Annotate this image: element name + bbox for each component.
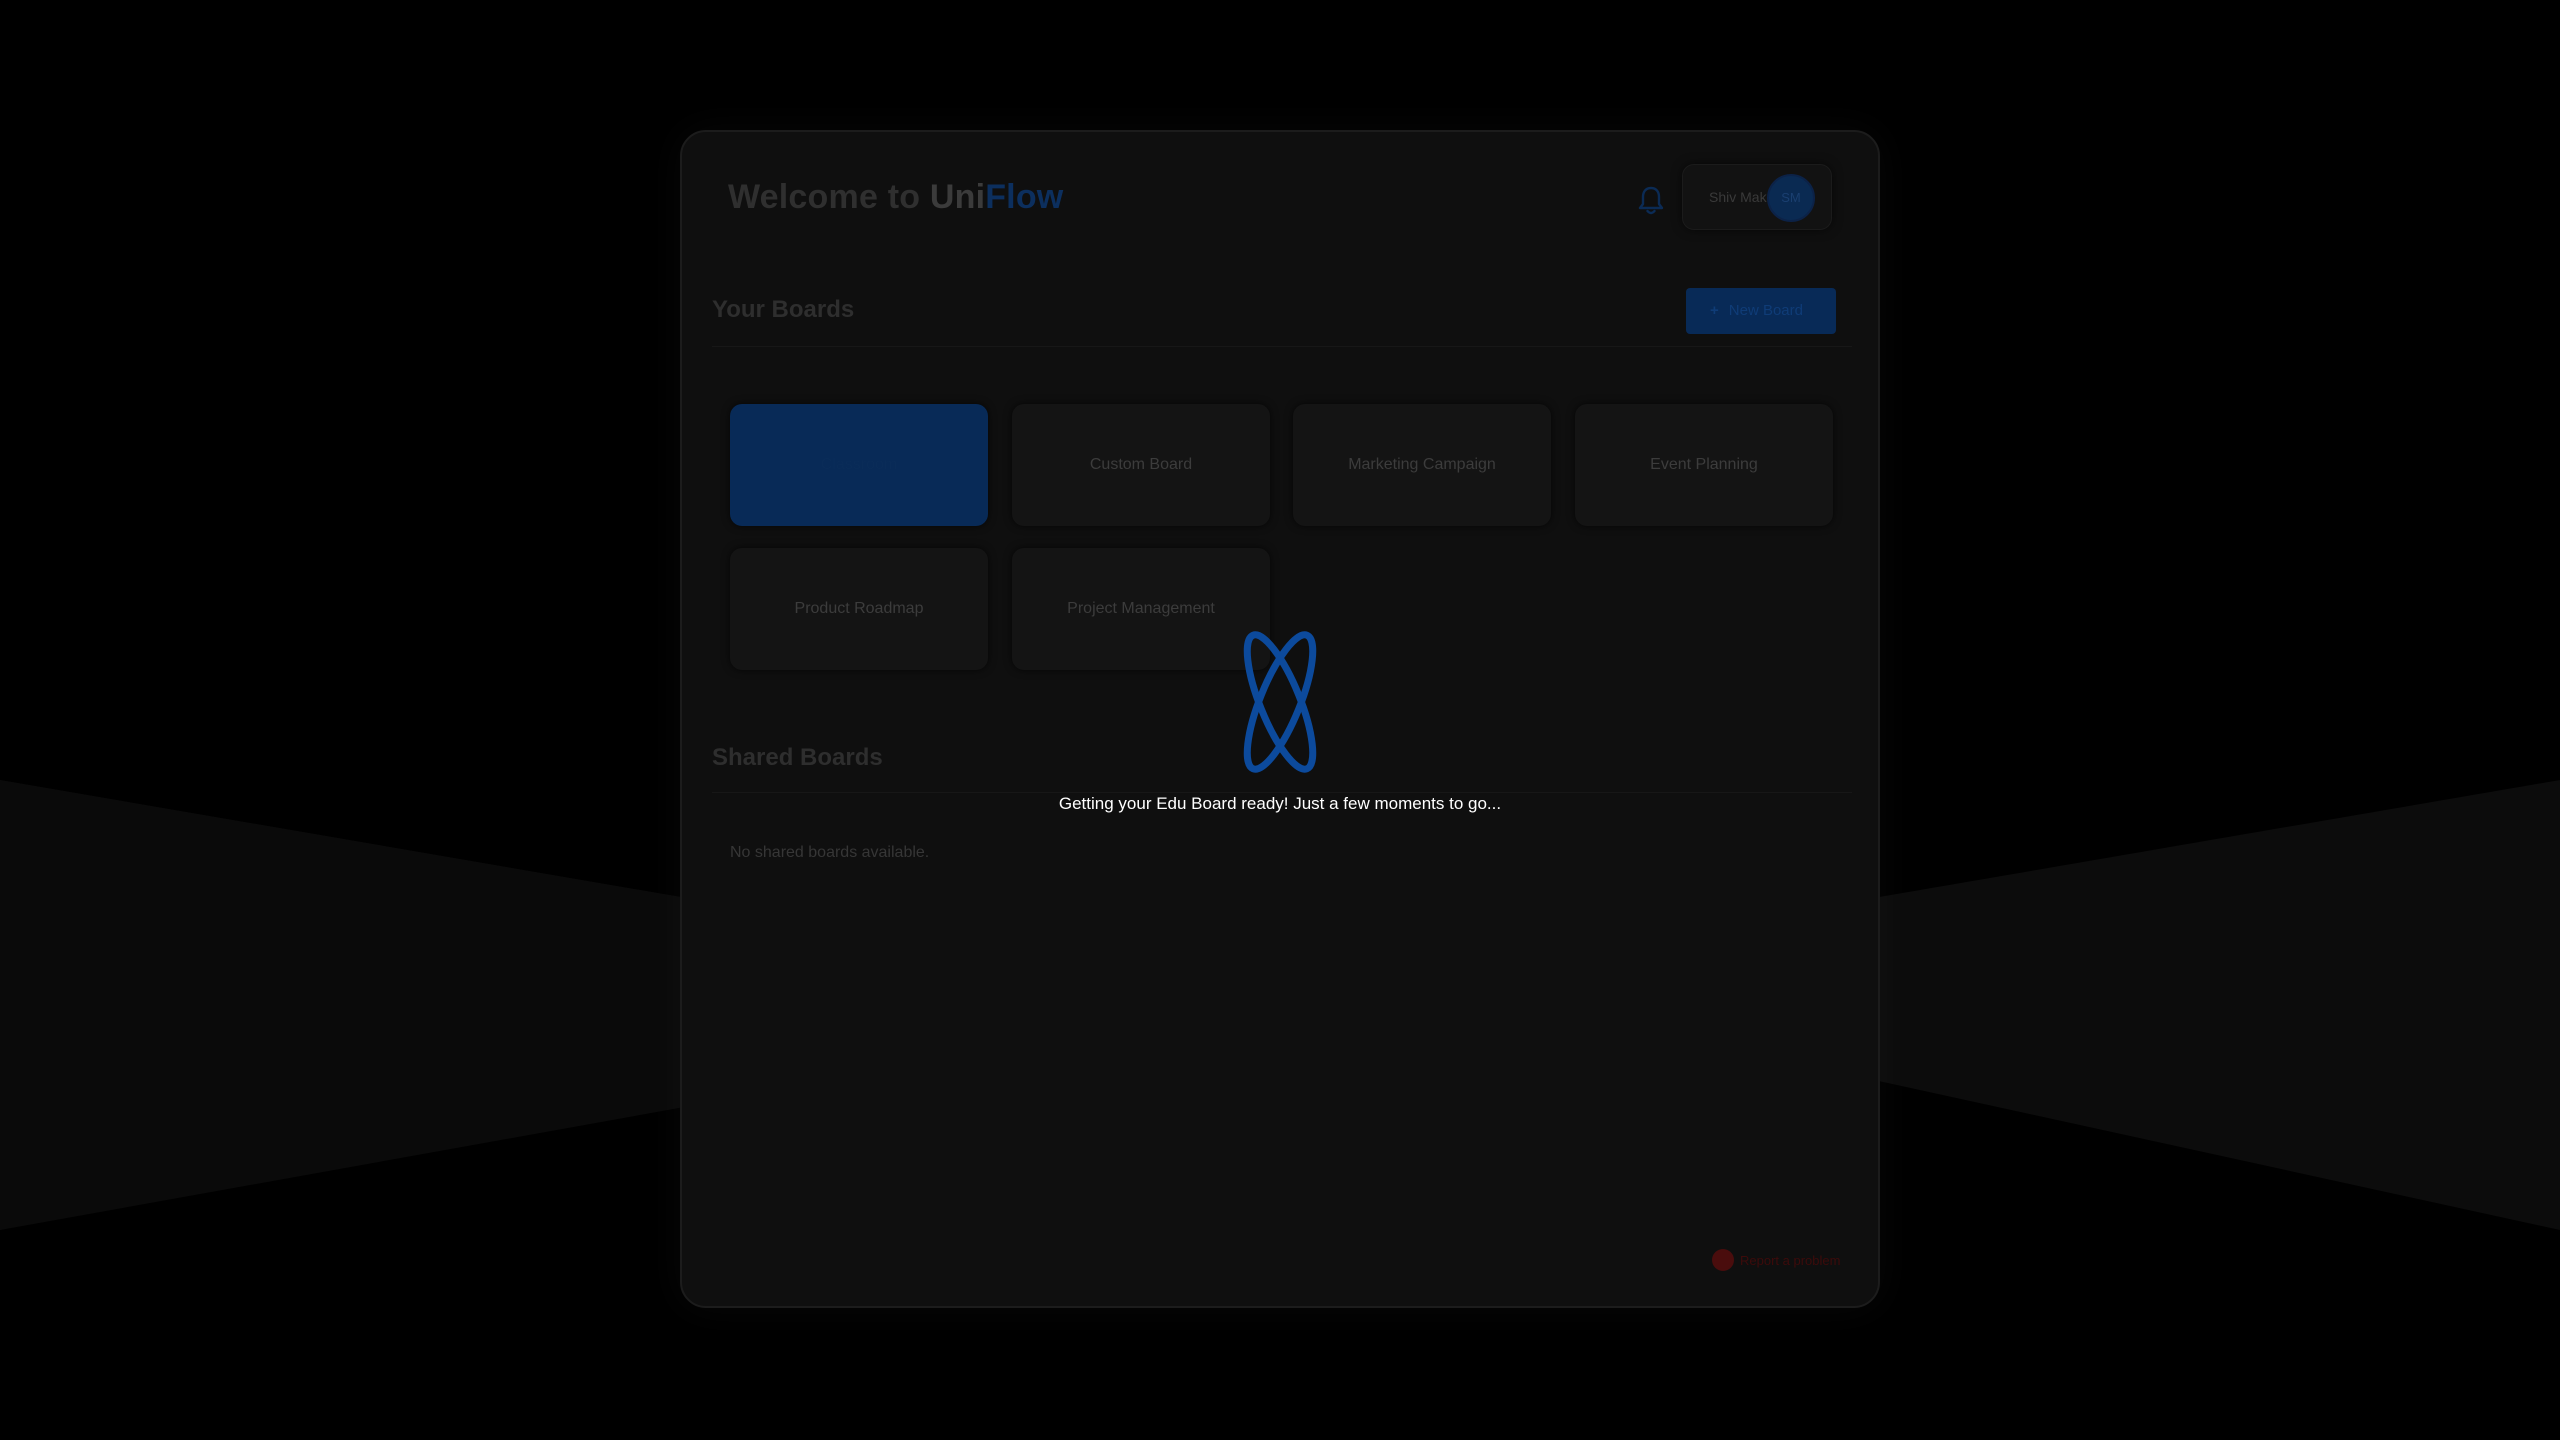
- board-card-project-management[interactable]: Project Management: [1012, 548, 1270, 670]
- shared-boards-heading: Shared Boards: [712, 744, 883, 771]
- alert-circle-icon: [1712, 1249, 1734, 1271]
- brand-name-uni: Uni: [929, 178, 986, 216]
- welcome-prefix: Welcome to: [728, 178, 930, 216]
- plus-icon: +: [1710, 302, 1719, 319]
- board-card-event-planning[interactable]: Event Planning: [1575, 404, 1833, 526]
- board-card-custom-board[interactable]: Custom Board: [1012, 404, 1270, 526]
- board-card-marketing-campaign[interactable]: Marketing Campaign: [1293, 404, 1551, 526]
- divider: [712, 346, 1852, 347]
- avatar: SM: [1767, 174, 1815, 222]
- new-board-label: New Board: [1728, 302, 1803, 319]
- user-name: Shiv Mak: [1709, 189, 1767, 205]
- board-card-classroom[interactable]: Classroom: [730, 404, 988, 526]
- bell-icon[interactable]: [1636, 184, 1666, 218]
- report-problem-link[interactable]: Report a problem: [1712, 1248, 1840, 1272]
- screen: Welcome to UniFlow Shiv Mak SM Your Boar…: [0, 0, 2560, 1440]
- user-menu[interactable]: Shiv Mak SM: [1682, 164, 1832, 230]
- brand-name-flow: Flow: [985, 178, 1064, 216]
- your-boards-heading: Your Boards: [712, 296, 855, 323]
- divider: [712, 792, 1852, 793]
- app-window: Welcome to UniFlow Shiv Mak SM Your Boar…: [680, 130, 1880, 1308]
- empty-state-message: No shared boards available.: [730, 844, 930, 861]
- board-card-product-roadmap[interactable]: Product Roadmap: [730, 548, 988, 670]
- welcome-title: Welcome to UniFlow: [728, 178, 1063, 217]
- new-board-button[interactable]: + New Board: [1686, 288, 1836, 334]
- report-problem-label: Report a problem: [1740, 1252, 1841, 1268]
